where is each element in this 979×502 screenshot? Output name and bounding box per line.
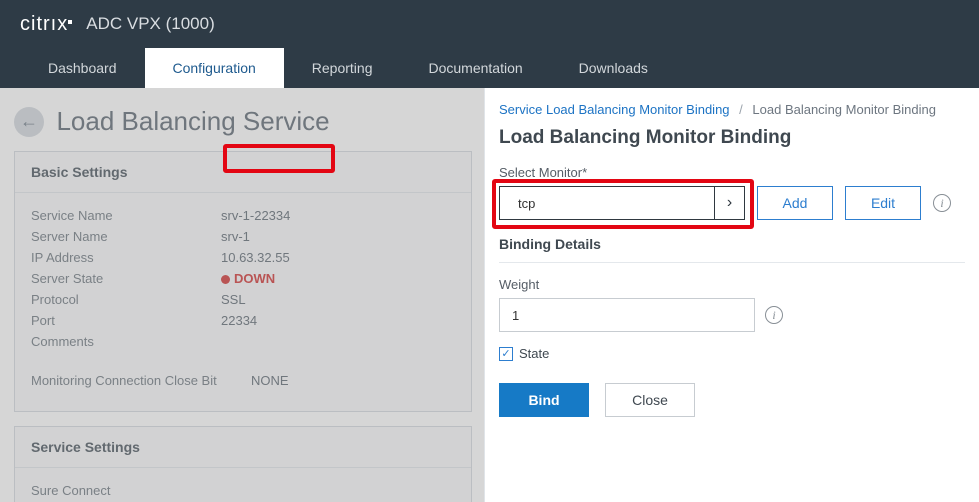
breadcrumb-sep: / [739,102,743,117]
value-server-state: DOWN [221,271,275,286]
breadcrumb: Service Load Balancing Monitor Binding /… [499,102,965,127]
breadcrumb-current: Load Balancing Monitor Binding [752,102,936,117]
label-port: Port [31,313,221,328]
bind-button[interactable]: Bind [499,383,589,417]
label-server-state: Server State [31,271,221,286]
tab-reporting[interactable]: Reporting [284,48,401,88]
binding-details-heading: Binding Details [499,236,965,263]
label-server-name: Server Name [31,229,221,244]
weight-input[interactable] [499,298,755,332]
monitor-binding-panel: Service Load Balancing Monitor Binding /… [484,88,979,502]
lb-service-page: ← Load Balancing Service Basic Settings … [0,88,484,502]
main-tabs: Dashboard Configuration Reporting Docume… [0,48,979,88]
breadcrumb-link[interactable]: Service Load Balancing Monitor Binding [499,102,730,117]
label-ip-address: IP Address [31,250,221,265]
value-server-name: srv-1 [221,229,250,244]
select-monitor-label: Select Monitor* [499,165,965,180]
service-settings-heading: Service Settings [15,427,471,468]
state-checkbox[interactable]: ✓ [499,347,513,361]
basic-settings-panel: Basic Settings Service Namesrv-1-22334 S… [14,151,472,412]
value-port: 22334 [221,313,257,328]
value-mon-close-bit: NONE [251,373,289,388]
label-sure-connect: Sure Connect [31,483,221,498]
edit-button[interactable]: Edit [845,186,921,220]
info-icon[interactable]: i [765,306,783,324]
tab-configuration[interactable]: Configuration [145,48,284,88]
tab-downloads[interactable]: Downloads [551,48,676,88]
close-button[interactable]: Close [605,383,695,417]
label-comments: Comments [31,334,221,349]
info-icon[interactable]: i [933,194,951,212]
page-title: Load Balancing Service [56,106,329,137]
tab-dashboard[interactable]: Dashboard [20,48,145,88]
label-mon-close-bit: Monitoring Connection Close Bit [31,373,251,388]
state-dot-icon [221,275,230,284]
basic-settings-heading: Basic Settings [15,152,471,193]
chevron-right-icon: › [714,187,744,219]
label-protocol: Protocol [31,292,221,307]
select-monitor-value: tcp [500,196,714,211]
weight-label: Weight [499,277,965,292]
add-button[interactable]: Add [757,186,833,220]
value-ip-address: 10.63.32.55 [221,250,290,265]
label-service-name: Service Name [31,208,221,223]
value-service-name: srv-1-22334 [221,208,290,223]
tab-documentation[interactable]: Documentation [400,48,550,88]
product-name: ADC VPX (1000) [86,14,215,34]
side-panel-title: Load Balancing Monitor Binding [499,127,965,149]
service-settings-panel: Service Settings Sure Connect [14,426,472,502]
app-header: citrıx ADC VPX (1000) [0,0,979,48]
state-label: State [519,346,549,361]
brand-logo: citrıx [20,13,72,36]
back-icon[interactable]: ← [14,107,44,137]
select-monitor-picker[interactable]: tcp › [499,186,745,220]
value-protocol: SSL [221,292,246,307]
